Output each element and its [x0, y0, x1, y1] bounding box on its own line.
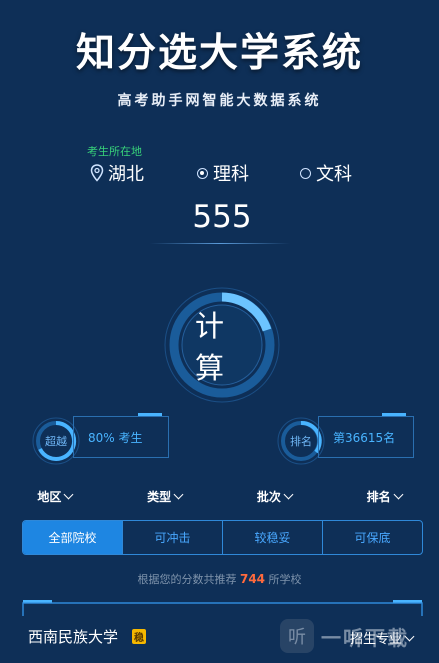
calculate-button[interactable]: 计算 — [195, 309, 249, 385]
tab-reach[interactable]: 可冲击 — [122, 521, 222, 554]
filter-region[interactable]: 地区 — [0, 480, 110, 512]
radio-selected-icon — [197, 167, 208, 179]
rank-stat-text: 第36615名 — [333, 430, 396, 445]
school-name[interactable]: 西南民族大学 — [28, 626, 118, 647]
subject-label-science: 理科 — [213, 164, 249, 185]
filter-batch[interactable]: 批次 — [220, 480, 330, 512]
chevron-down-icon — [173, 489, 184, 500]
chevron-down-icon — [63, 489, 74, 500]
filter-type-label: 类型 — [147, 489, 172, 504]
filter-bar: 地区 类型 批次 排名 — [0, 480, 439, 512]
radio-unselected-icon — [300, 167, 311, 179]
province-value: 湖北 — [108, 164, 144, 185]
major-dropdown[interactable]: 招生专业 — [350, 628, 415, 647]
stability-badge: 稳 — [132, 629, 146, 644]
province-picker[interactable]: 湖北 — [90, 160, 144, 186]
location-pin-icon — [90, 164, 104, 182]
tab-safety[interactable]: 可保底 — [322, 521, 422, 554]
app-subtitle: 高考助手网智能大数据系统 — [117, 93, 322, 109]
category-tabs: 全部院校 可冲击 较稳妥 可保底 — [22, 520, 423, 555]
score-input[interactable] — [150, 198, 294, 236]
subject-label-arts: 文科 — [316, 164, 352, 185]
filter-rank[interactable]: 排名 — [329, 480, 439, 512]
filter-region-label: 地区 — [37, 489, 62, 504]
beat-stat-box: 80% 考生 — [73, 416, 169, 458]
filter-rank-label: 排名 — [366, 489, 391, 504]
tab-match[interactable]: 较稳妥 — [222, 521, 322, 554]
score-underline — [150, 243, 290, 244]
subject-radio-arts[interactable]: 文科 — [300, 160, 352, 186]
summary-suffix: 所学校 — [268, 573, 302, 586]
rank-stat-box: 第36615名 — [318, 416, 414, 458]
app-title: 知分选大学系统 — [75, 31, 363, 76]
watermark-logo-icon: 听 — [280, 619, 314, 653]
province-caption: 考生所在地 — [87, 145, 142, 158]
chevron-down-icon — [393, 489, 404, 500]
calculate-ring: 计算 — [163, 286, 281, 404]
recommendation-summary: 根据您的分数共推荐 744 所学校 — [0, 571, 439, 587]
beat-stat-text: 80% 考生 — [88, 430, 143, 445]
filter-batch-label: 批次 — [256, 489, 281, 504]
subject-radio-science[interactable]: 理科 — [197, 160, 249, 186]
tab-all-schools[interactable]: 全部院校 — [23, 521, 122, 554]
summary-prefix: 根据您的分数共推荐 — [137, 573, 237, 586]
chevron-down-icon — [404, 631, 415, 641]
summary-count: 744 — [239, 572, 266, 586]
chevron-down-icon — [283, 489, 294, 500]
filter-type[interactable]: 类型 — [110, 480, 220, 512]
major-dropdown-label: 招生专业 — [350, 632, 403, 647]
watermark-logo-char: 听 — [288, 627, 306, 648]
